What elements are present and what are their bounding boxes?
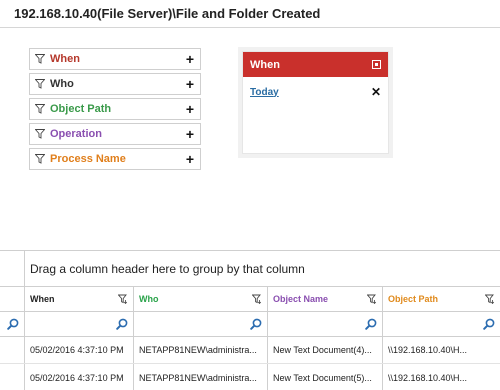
- cell-when: 05/02/2016 4:37:10 PM: [24, 364, 133, 390]
- grid-filter-row: [0, 312, 500, 337]
- filter-when[interactable]: When +: [29, 48, 201, 70]
- window-icon[interactable]: [372, 60, 381, 69]
- filter-cell-when[interactable]: [24, 312, 133, 336]
- column-label-who: Who: [139, 294, 159, 304]
- when-panel-title: When: [250, 58, 280, 71]
- filter-who[interactable]: Who +: [29, 73, 201, 95]
- filter-row-gutter: [0, 312, 24, 336]
- filter-operation[interactable]: Operation +: [29, 123, 201, 145]
- filter-cell-object-path[interactable]: [382, 312, 500, 336]
- add-icon[interactable]: +: [186, 77, 194, 91]
- close-icon[interactable]: ✕: [371, 85, 381, 99]
- table-row[interactable]: 05/02/2016 4:37:10 PM NETAPP81NEW\admini…: [0, 337, 500, 364]
- cell-object-path: \\192.168.10.40\H...: [382, 364, 500, 390]
- funnel-icon: [35, 129, 45, 139]
- title-divider: [0, 27, 500, 28]
- cell-object-path: \\192.168.10.40\H...: [382, 337, 500, 363]
- cell-when: 05/02/2016 4:37:10 PM: [24, 337, 133, 363]
- grid-header-row: When Who Object Name Object Path: [0, 287, 500, 312]
- when-value-link[interactable]: Today: [250, 87, 371, 98]
- page-title: 192.168.10.40(File Server)\File and Fold…: [14, 6, 321, 21]
- column-filter-icon[interactable]: [367, 294, 377, 304]
- column-filter-icon[interactable]: [252, 294, 262, 304]
- column-header-when[interactable]: When: [24, 287, 133, 311]
- cell-who: NETAPP81NEW\administra...: [133, 364, 267, 390]
- when-filter-panel: When Today ✕: [242, 51, 389, 154]
- search-icon[interactable]: [7, 318, 19, 330]
- cell-object-name: New Text Document(4)...: [267, 337, 382, 363]
- add-icon[interactable]: +: [186, 127, 194, 141]
- column-header-object-name[interactable]: Object Name: [267, 287, 382, 311]
- filter-cell-who[interactable]: [133, 312, 267, 336]
- search-icon[interactable]: [250, 318, 262, 330]
- column-header-who[interactable]: Who: [133, 287, 267, 311]
- results-grid: Drag a column header here to group by th…: [0, 250, 500, 390]
- row-gutter: [0, 337, 24, 363]
- search-icon[interactable]: [365, 318, 377, 330]
- header-gutter: [0, 287, 24, 311]
- search-icon[interactable]: [483, 318, 495, 330]
- filter-label-process-name: Process Name: [50, 153, 126, 165]
- add-icon[interactable]: +: [186, 152, 194, 166]
- funnel-icon: [35, 104, 45, 114]
- table-row[interactable]: 05/02/2016 4:37:10 PM NETAPP81NEW\admini…: [0, 364, 500, 390]
- filter-object-path[interactable]: Object Path +: [29, 98, 201, 120]
- add-icon[interactable]: +: [186, 102, 194, 116]
- cell-object-name: New Text Document(5)...: [267, 364, 382, 390]
- filter-label-when: When: [50, 53, 80, 65]
- when-panel-body: Today ✕: [243, 77, 388, 107]
- filter-list: When + Who + Object Path + Operation + P…: [29, 48, 201, 173]
- column-label-object-name: Object Name: [273, 294, 329, 304]
- group-area-gutter: [0, 251, 24, 287]
- column-header-object-path[interactable]: Object Path: [382, 287, 500, 311]
- funnel-icon: [35, 79, 45, 89]
- column-label-object-path: Object Path: [388, 294, 439, 304]
- filter-label-operation: Operation: [50, 128, 102, 140]
- filter-label-object-path: Object Path: [50, 103, 112, 115]
- row-gutter: [0, 364, 24, 390]
- filter-cell-object-name[interactable]: [267, 312, 382, 336]
- column-filter-icon[interactable]: [118, 294, 128, 304]
- column-label-when: When: [30, 294, 55, 304]
- search-icon[interactable]: [116, 318, 128, 330]
- cell-who: NETAPP81NEW\administra...: [133, 337, 267, 363]
- funnel-icon: [35, 154, 45, 164]
- funnel-icon: [35, 54, 45, 64]
- column-filter-icon[interactable]: [485, 294, 495, 304]
- group-by-area[interactable]: Drag a column header here to group by th…: [24, 251, 500, 287]
- filter-process-name[interactable]: Process Name +: [29, 148, 201, 170]
- filter-label-who: Who: [50, 78, 74, 90]
- add-icon[interactable]: +: [186, 52, 194, 66]
- when-panel-header: When: [243, 52, 388, 77]
